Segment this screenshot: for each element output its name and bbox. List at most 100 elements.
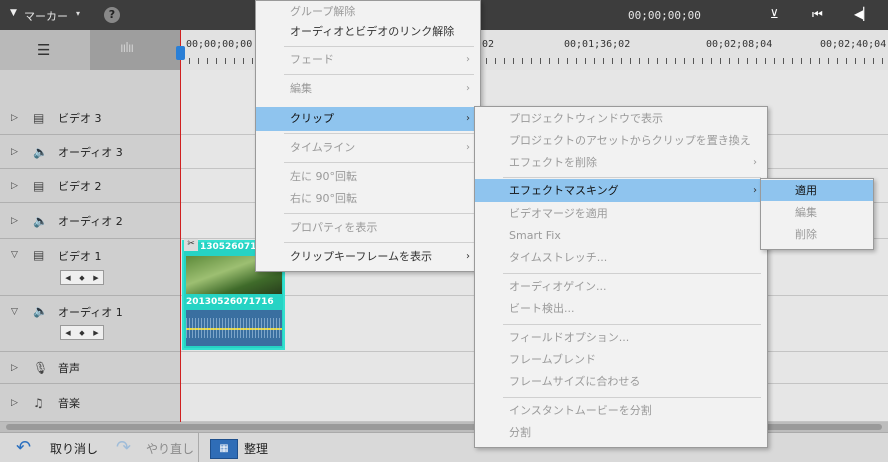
menu-item-label: クリップキーフレームを表示 [290, 250, 433, 263]
track-header-video-3[interactable]: ▷ ▤ ビデオ 3 [0, 102, 180, 135]
menu-item-ungroup[interactable]: グループ解除 [256, 1, 480, 23]
menu-item-unlink-av[interactable]: オーディオとビデオのリンク解除 [256, 21, 480, 43]
undo-button[interactable]: 取り消し [50, 440, 98, 457]
menu-item-label: プロパティを表示 [290, 221, 378, 234]
help-icon[interactable]: ? [104, 7, 120, 23]
track-name: 音楽 [58, 396, 80, 410]
menu-item-delete-effects[interactable]: エフェクトを削除 › [475, 152, 767, 174]
redo-icon[interactable]: ↷ [116, 437, 131, 458]
clip-submenu: プロジェクトウィンドウで表示 プロジェクトのアセットからクリップを置き換え エフ… [474, 106, 768, 448]
menu-item-audio-gain[interactable]: オーディオゲイン... [475, 276, 767, 298]
track-header-video-1[interactable]: ▽ ▤ ビデオ 1 ◀ ◆ ▶ [0, 239, 180, 296]
menu-item-label: 削除 [795, 228, 817, 241]
menu-item-fade[interactable]: フェード › [256, 49, 480, 71]
collapse-triangle-icon[interactable]: ▽ [11, 307, 18, 317]
audio-waveform-view-button[interactable]: ıılıı [90, 30, 180, 70]
menu-item-split[interactable]: 分割 [475, 422, 767, 444]
menu-separator [284, 162, 474, 163]
track-view-toggle: ☰ ıılıı [0, 30, 180, 70]
track-header-audio-3[interactable]: ▷ 🔈 オーディオ 3 [0, 135, 180, 169]
expand-triangle-icon[interactable]: ▷ [11, 181, 18, 191]
menu-item-mask-edit[interactable]: 編集 [761, 202, 873, 224]
expand-triangle-icon[interactable]: ▷ [11, 216, 18, 226]
menu-item-replace-clip[interactable]: プロジェクトのアセットからクリップを置き換え [475, 130, 767, 152]
track-header-audio-2[interactable]: ▷ 🔈 オーディオ 2 [0, 203, 180, 239]
menu-item-edit[interactable]: 編集 › [256, 78, 480, 100]
marker-dropdown-triangle-icon[interactable]: ▼ [10, 8, 17, 18]
track-name: ビデオ 1 [58, 250, 102, 263]
marker-chevron-down-icon[interactable]: ▾ [76, 9, 80, 18]
menu-item-label: フィールドオプション... [509, 331, 630, 344]
menu-item-break-instant-movie[interactable]: インスタントムービーを分割 [475, 400, 767, 422]
menu-item-label: プロジェクトのアセットからクリップを置き換え [509, 134, 751, 147]
menu-item-rotate-right[interactable]: 右に 90°回転 [256, 188, 480, 210]
prev-keyframe-icon[interactable]: ◀ [65, 329, 70, 337]
prev-keyframe-icon[interactable]: ◀ [65, 274, 70, 282]
expand-triangle-icon[interactable]: ▷ [11, 398, 18, 408]
go-to-start-icon[interactable]: ⏮ [812, 7, 823, 22]
speaker-icon: 🔈 [33, 213, 48, 228]
undo-icon[interactable]: ↶ [16, 437, 31, 458]
next-keyframe-icon[interactable]: ▶ [93, 329, 98, 337]
waveform-icon: ıılıı [120, 41, 134, 56]
expand-triangle-icon[interactable]: ▷ [11, 113, 18, 123]
menu-item-effect-masking[interactable]: エフェクトマスキング › [475, 179, 767, 202]
organizer-button[interactable]: 整理 [244, 440, 268, 457]
menu-item-mask-delete[interactable]: 削除 [761, 224, 873, 246]
clip-context-menu: グループ解除 オーディオとビデオのリンク解除 フェード › 編集 › クリップ › タ… [255, 0, 481, 272]
menu-item-timeline[interactable]: タイムライン › [256, 137, 480, 159]
playhead-handle[interactable] [176, 46, 185, 60]
organizer-icon[interactable]: ▦ [210, 439, 238, 459]
video-clip-label: 130526071 [200, 242, 257, 252]
mic-icon: 🎙 [33, 360, 49, 375]
go-to-marker-icon[interactable]: ⊻ [770, 7, 779, 21]
menu-item-label: タイムストレッチ... [509, 251, 608, 264]
add-keyframe-icon[interactable]: ◆ [79, 329, 84, 337]
menu-item-show-properties[interactable]: プロパティを表示 [256, 217, 480, 239]
expand-triangle-icon[interactable]: ▷ [11, 363, 18, 373]
film-icon: ▤ [33, 178, 45, 193]
track-header-spacer [0, 70, 180, 103]
menu-item-label: 編集 [290, 82, 312, 95]
speaker-icon: 🔈 [33, 144, 48, 159]
menu-item-reveal-in-project[interactable]: プロジェクトウィンドウで表示 [475, 108, 767, 130]
film-icon: ▤ [33, 111, 45, 125]
marker-label[interactable]: マーカー [24, 8, 68, 24]
menu-item-time-stretch[interactable]: タイムストレッチ... [475, 247, 767, 269]
menu-item-apply[interactable]: 適用 [761, 180, 873, 201]
menu-item-field-options[interactable]: フィールドオプション... [475, 327, 767, 349]
menu-item-label: プロジェクトウィンドウで表示 [509, 112, 663, 125]
submenu-arrow-icon: › [466, 83, 470, 94]
menu-item-label: インスタントムービーを分割 [509, 404, 652, 417]
scissors-icon: ✂ [184, 239, 198, 251]
track-header-narration[interactable]: ▷ 🎙 音声 [0, 352, 180, 384]
keyframe-navigator[interactable]: ◀ ◆ ▶ [60, 270, 104, 285]
audio-clip-label: 20130526071716 [186, 297, 274, 307]
menu-item-label: フレームブレンド [509, 353, 597, 366]
expand-triangle-icon[interactable]: ▷ [11, 147, 18, 157]
step-back-icon[interactable]: ◀▏ [854, 7, 872, 21]
menu-item-show-keyframes[interactable]: クリップキーフレームを表示 › [256, 246, 480, 268]
keyframe-navigator[interactable]: ◀ ◆ ▶ [60, 325, 104, 340]
ruler-tick-label: 00;02;40;04 [820, 39, 887, 50]
collapse-triangle-icon[interactable]: ▽ [11, 250, 18, 260]
add-keyframe-icon[interactable]: ◆ [79, 274, 84, 282]
redo-button[interactable]: やり直し [146, 440, 194, 457]
tracks-view-button[interactable]: ☰ [0, 30, 90, 70]
track-header-audio-1[interactable]: ▽ 🔈 オーディオ 1 ◀ ◆ ▶ [0, 296, 180, 352]
track-name: オーディオ 2 [58, 214, 123, 228]
menu-separator [284, 213, 474, 214]
track-header-music[interactable]: ▷ ♫ 音楽 [0, 384, 180, 422]
menu-item-videomerge[interactable]: ビデオマージを適用 [475, 203, 767, 225]
track-header-video-2[interactable]: ▷ ▤ ビデオ 2 [0, 169, 180, 203]
next-keyframe-icon[interactable]: ▶ [93, 274, 98, 282]
menu-item-clip[interactable]: クリップ › [256, 107, 480, 131]
menu-item-frame-blend[interactable]: フレームブレンド [475, 349, 767, 371]
menu-item-label: グループ解除 [290, 5, 356, 18]
menu-item-label: 分割 [509, 426, 531, 439]
menu-item-scale-to-frame[interactable]: フレームサイズに合わせる [475, 371, 767, 393]
menu-item-smart-fix[interactable]: Smart Fix [475, 225, 767, 247]
menu-item-beat-detect[interactable]: ビート検出... [475, 298, 767, 320]
menu-item-rotate-left[interactable]: 左に 90°回転 [256, 166, 480, 188]
track-name: オーディオ 1 [58, 306, 123, 319]
